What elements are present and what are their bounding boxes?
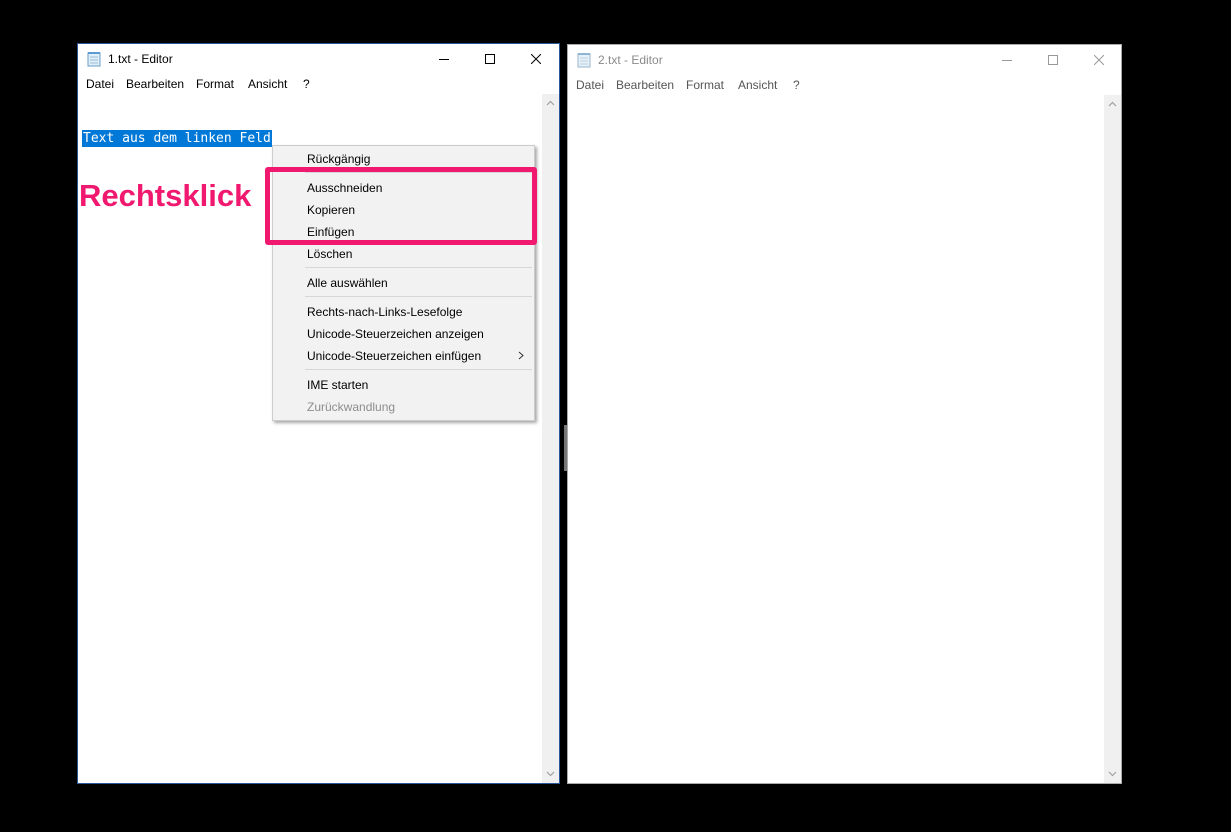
maximize-button[interactable]	[1030, 45, 1076, 75]
menu-item-insert-unicode[interactable]: Unicode-Steuerzeichen einfügen	[307, 349, 481, 363]
menu-item-delete[interactable]: Löschen	[307, 247, 352, 261]
selected-text[interactable]: Text aus dem linken Feld	[82, 130, 272, 147]
annotation-label: Rechtsklick	[79, 178, 252, 213]
maximize-icon	[485, 54, 495, 64]
maximize-icon	[1048, 55, 1058, 65]
window-title: 1.txt - Editor	[108, 52, 173, 66]
menu-item-select-all[interactable]: Alle auswählen	[307, 276, 388, 290]
menu-separator	[305, 267, 532, 268]
title-bar[interactable]: 2.txt - Editor	[568, 45, 1121, 75]
menu-format[interactable]: Format	[196, 77, 234, 91]
menu-format[interactable]: Format	[686, 78, 724, 92]
notepad-icon	[87, 52, 101, 67]
notepad-icon	[577, 53, 591, 68]
close-icon	[1094, 55, 1104, 65]
menu-item-show-unicode[interactable]: Unicode-Steuerzeichen anzeigen	[307, 327, 484, 341]
close-button[interactable]	[1076, 45, 1122, 75]
window-title: 2.txt - Editor	[598, 53, 663, 67]
close-button[interactable]	[513, 44, 559, 74]
menu-bar: Datei Bearbeiten Format Ansicht ?	[568, 75, 1121, 95]
menu-ansicht[interactable]: Ansicht	[248, 77, 287, 91]
menu-bar: Datei Bearbeiten Format Ansicht ?	[78, 74, 559, 94]
highlight-box	[265, 167, 537, 245]
editor-window-right[interactable]: 2.txt - Editor Datei Bearbeiten Format A…	[567, 44, 1122, 784]
scroll-down-icon[interactable]	[546, 769, 555, 778]
menu-datei[interactable]: Datei	[86, 77, 114, 91]
minimize-button[interactable]	[421, 44, 467, 74]
text-area[interactable]	[568, 95, 1104, 783]
minimize-icon	[1002, 60, 1012, 61]
submenu-arrow-icon	[518, 351, 524, 360]
vertical-scrollbar[interactable]	[542, 94, 559, 783]
menu-help[interactable]: ?	[303, 77, 310, 91]
menu-item-undo[interactable]: Rückgängig	[307, 152, 370, 166]
maximize-button[interactable]	[467, 44, 513, 74]
vertical-scrollbar[interactable]	[1104, 95, 1121, 783]
menu-ansicht[interactable]: Ansicht	[738, 78, 777, 92]
menu-bearbeiten[interactable]: Bearbeiten	[126, 77, 184, 91]
menu-item-open-ime[interactable]: IME starten	[307, 378, 368, 392]
scroll-down-icon[interactable]	[1108, 769, 1117, 778]
minimize-icon	[439, 59, 449, 60]
menu-separator	[305, 369, 532, 370]
menu-datei[interactable]: Datei	[576, 78, 604, 92]
scroll-up-icon[interactable]	[546, 99, 555, 108]
menu-separator	[305, 296, 532, 297]
menu-help[interactable]: ?	[793, 78, 800, 92]
minimize-button[interactable]	[984, 45, 1030, 75]
title-bar[interactable]: 1.txt - Editor	[78, 44, 559, 74]
menu-item-reconversion: Zurückwandlung	[307, 400, 396, 414]
menu-bearbeiten[interactable]: Bearbeiten	[616, 78, 674, 92]
close-icon	[531, 54, 541, 64]
menu-item-rtl-reading[interactable]: Rechts-nach-Links-Lesefolge	[307, 305, 462, 319]
scroll-up-icon[interactable]	[1108, 100, 1117, 109]
